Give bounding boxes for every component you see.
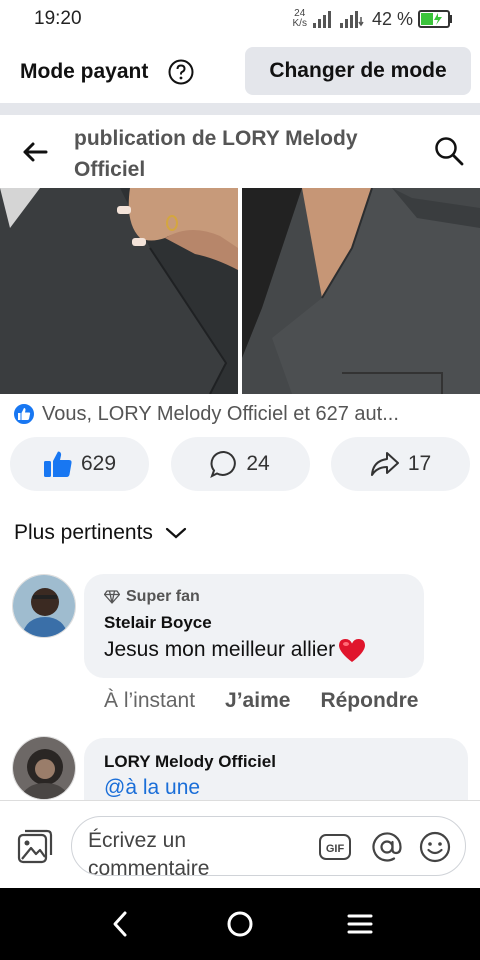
heart-emoji-icon: [339, 639, 366, 662]
diamond-icon: [104, 590, 120, 604]
comment-button[interactable]: 24: [170, 437, 310, 491]
network-speed: 24 K/s: [293, 9, 307, 29]
super-fan-badge: Super fan: [104, 588, 200, 606]
nav-back-button[interactable]: [100, 908, 140, 940]
system-nav-bar: [0, 888, 480, 960]
signal-icon-2: [339, 11, 364, 28]
comment-time: À l’instant: [104, 689, 196, 712]
comment-like-button[interactable]: J’aime: [225, 689, 290, 713]
comment-author[interactable]: LORY Melody Officiel: [104, 752, 276, 772]
section-divider: [0, 103, 480, 115]
change-mode-button[interactable]: Changer de mode: [245, 47, 471, 95]
mode-bar: Mode payant Changer de mode: [0, 38, 480, 102]
comment-body: Jesus mon meilleur allier: [104, 636, 367, 664]
comment-icon: [210, 450, 237, 478]
nav-recents-button[interactable]: [340, 908, 380, 940]
comment-input-placeholder: Écrivez un commentaire: [88, 829, 210, 876]
like-button[interactable]: 629: [10, 437, 149, 491]
comment-input[interactable]: Écrivez un commentaire GIF: [71, 816, 466, 876]
post-photo-left[interactable]: [0, 188, 238, 394]
comment-bubble[interactable]: Super fan Stelair Boyce Jesus mon meille…: [84, 574, 424, 678]
share-icon: [370, 452, 399, 476]
comment-bubble[interactable]: LORY Melody Officiel @à la une: [84, 738, 468, 800]
status-time: 19:20: [34, 8, 82, 29]
sort-selector[interactable]: Plus pertinents: [14, 518, 187, 548]
action-row: 629 24 17: [10, 437, 470, 491]
post-header: publication de LORY Melody Officiel: [0, 115, 480, 188]
post-photo-right[interactable]: [242, 188, 480, 394]
comment-count: 24: [246, 452, 270, 475]
nav-home-button[interactable]: [220, 908, 260, 940]
emoji-icon[interactable]: [418, 830, 452, 864]
super-fan-label: Super fan: [126, 588, 200, 605]
comment-reply-button[interactable]: Répondre: [320, 689, 418, 713]
home-circle-icon: [227, 911, 253, 937]
menu-lines-icon: [347, 914, 373, 934]
share-count: 17: [407, 452, 432, 475]
thumbs-up-icon: [43, 451, 72, 477]
gif-label: GIF: [326, 843, 345, 855]
chevron-down-icon: [165, 527, 187, 539]
mention-at-icon[interactable]: [370, 830, 404, 864]
comment-actions: À l’instant J’aime Répondre: [104, 689, 418, 713]
sort-label: Plus pertinents: [14, 521, 153, 544]
like-count: 629: [80, 452, 117, 475]
gif-icon[interactable]: GIF: [318, 830, 352, 864]
back-arrow-icon[interactable]: [20, 137, 50, 167]
comment-composer: Écrivez un commentaire GIF: [0, 800, 480, 888]
status-icons: 24 K/s 42 %: [293, 4, 454, 34]
reactions-summary[interactable]: Vous, LORY Melody Officiel et 627 aut...: [12, 400, 472, 428]
signal-icon: [312, 11, 331, 28]
battery-icon: [418, 10, 452, 28]
mode-title: Mode payant: [20, 60, 149, 83]
network-speed-unit: K/s: [292, 18, 307, 29]
help-icon[interactable]: [168, 59, 194, 85]
status-bar: 19:20 24 K/s 42 %: [0, 0, 480, 38]
avatar[interactable]: [12, 574, 76, 638]
photo-gallery-icon[interactable]: [16, 827, 54, 865]
chevron-left-icon: [113, 911, 127, 937]
like-badge-icon: [12, 402, 36, 426]
comment-text: Jesus mon meilleur allier: [104, 638, 336, 661]
post-photos: [0, 188, 480, 394]
comment-mention[interactable]: @à la une: [104, 776, 200, 800]
battery-percent: 42 %: [371, 8, 413, 29]
comment-author[interactable]: Stelair Boyce: [104, 613, 212, 633]
share-button[interactable]: 17: [331, 437, 470, 491]
reactions-text: Vous, LORY Melody Officiel et 627 aut...: [42, 402, 399, 425]
search-icon[interactable]: [433, 135, 465, 167]
post-title: publication de LORY Melody Officiel: [74, 127, 358, 181]
avatar[interactable]: [12, 736, 76, 800]
